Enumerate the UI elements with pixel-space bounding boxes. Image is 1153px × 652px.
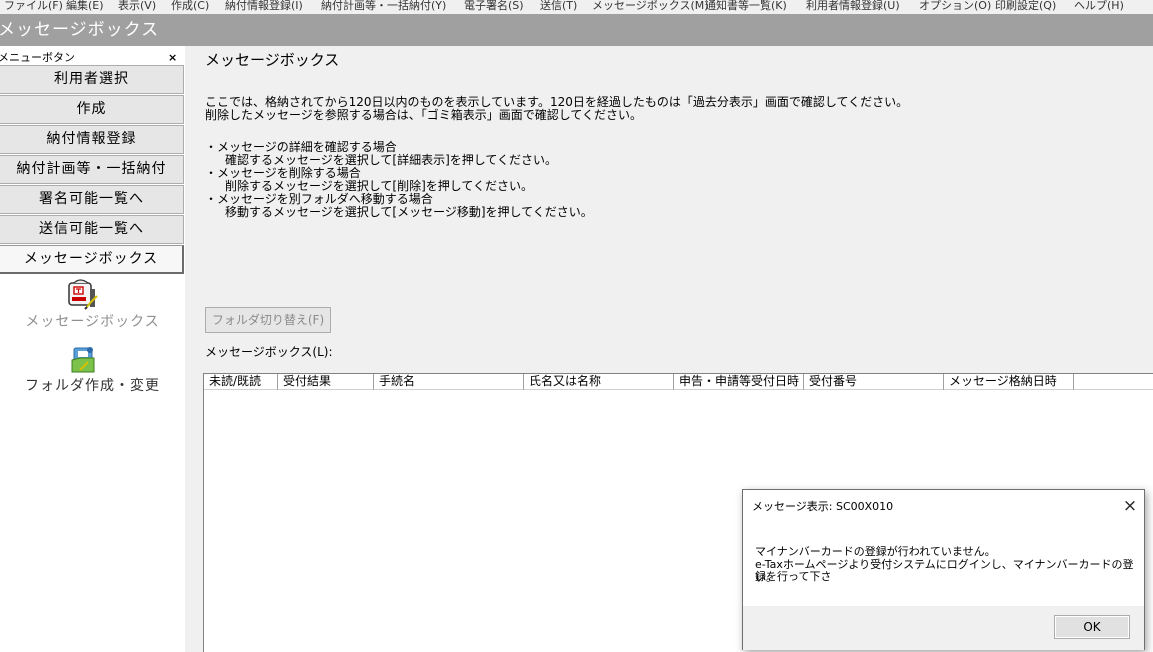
menu-payment-info[interactable]: 納付情報登録(I)	[225, 0, 303, 13]
create-button[interactable]: 作成	[0, 95, 184, 124]
menu-messagebox[interactable]: メッセージボックス(M)	[592, 0, 709, 13]
dialog-footer: OK	[743, 606, 1144, 650]
column-name[interactable]: 氏名又は名称	[524, 374, 674, 390]
panel-header: メニューボタン ×	[0, 51, 185, 66]
menu-create[interactable]: 作成(C)	[171, 0, 209, 13]
menu-e-signature[interactable]: 電子署名(S)	[464, 0, 524, 13]
menu-notices[interactable]: 通知書等一覧(K)	[705, 0, 787, 13]
window-title: メッセージボックス	[0, 20, 160, 40]
menu-send[interactable]: 送信(T)	[540, 0, 577, 13]
mailbox-icon	[68, 279, 98, 310]
messagebox-link-label: メッセージボックス	[25, 314, 160, 330]
menu-bar: ファイル(F) 編集(E) 表示(V) 作成(C) 納付情報登録(I) 納付計画…	[0, 0, 1153, 14]
page-title: メッセージボックス	[205, 51, 340, 69]
dialog-title: メッセージ表示: SC00X010	[752, 500, 894, 513]
column-stored-datetime[interactable]: メッセージ格納日時	[944, 374, 1074, 390]
column-filler	[1074, 374, 1153, 390]
description-line: 削除したメッセージを参照する場合は、「ゴミ箱表示」画面で確認してください。	[205, 108, 643, 122]
menu-print-settings[interactable]: 印刷設定(Q)	[995, 0, 1056, 13]
message-dialog: メッセージ表示: SC00X010 × マイナンバーカードの登録が行われていませ…	[742, 489, 1145, 650]
column-receipt-result[interactable]: 受付結果	[278, 374, 374, 390]
menu-edit[interactable]: 編集(E)	[66, 0, 104, 13]
panel-header-label: メニューボタン	[0, 51, 75, 64]
menu-options[interactable]: オプション(O)	[919, 0, 991, 13]
payment-info-button[interactable]: 納付情報登録	[0, 125, 184, 154]
menu-button-panel: メニューボタン × 利用者選択 作成 納付情報登録 納付計画等・一括納付 署名可…	[0, 46, 185, 652]
menu-user-info[interactable]: 利用者情報登録(U)	[806, 0, 900, 13]
folder-create-link-label: フォルダ作成・変更	[25, 378, 160, 394]
menu-payment-plan[interactable]: 納付計画等・一括納付(Y)	[321, 0, 446, 13]
user-select-button[interactable]: 利用者選択	[0, 65, 184, 94]
column-receipt-number[interactable]: 受付番号	[804, 374, 944, 390]
dialog-close-icon[interactable]: ×	[1120, 496, 1140, 516]
menu-help[interactable]: ヘルプ(H)	[1074, 0, 1124, 13]
menu-view[interactable]: 表示(V)	[118, 0, 156, 13]
signable-list-button[interactable]: 署名可能一覧へ	[0, 185, 184, 214]
dialog-message-line: e-Taxホームページより受付システムにログインし、マイナンバーカードの登録を行…	[755, 558, 1134, 583]
panel-close-icon[interactable]: ×	[168, 51, 177, 65]
menu-file[interactable]: ファイル(F)	[4, 0, 63, 13]
folder-create-icon	[71, 347, 95, 373]
sendable-list-button[interactable]: 送信可能一覧へ	[0, 215, 184, 244]
ok-button[interactable]: OK	[1054, 615, 1130, 639]
payment-plan-button[interactable]: 納付計画等・一括納付	[0, 155, 184, 184]
messagebox-list-label: メッセージボックス(L):	[205, 345, 333, 359]
column-received-datetime[interactable]: 申告・申請等受付日時	[674, 374, 804, 390]
folder-switch-button[interactable]: フォルダ切り替え(F)	[205, 307, 331, 333]
dialog-message-line: い。	[755, 571, 777, 584]
instruction-text: 移動するメッセージを選択して[メッセージ移動]を押してください。	[225, 205, 593, 219]
table-header: 未読/既読 受付結果 手続名 氏名又は名称 申告・申請等受付日時 受付番号 メッ…	[204, 374, 1153, 390]
dialog-message-line: マイナンバーカードの登録が行われていません。	[755, 545, 996, 558]
column-procedure-name[interactable]: 手続名	[374, 374, 524, 390]
column-read-status[interactable]: 未読/既読	[204, 374, 278, 390]
window-title-bar: メッセージボックス	[0, 14, 1153, 46]
messagebox-button[interactable]: メッセージボックス	[0, 245, 184, 274]
